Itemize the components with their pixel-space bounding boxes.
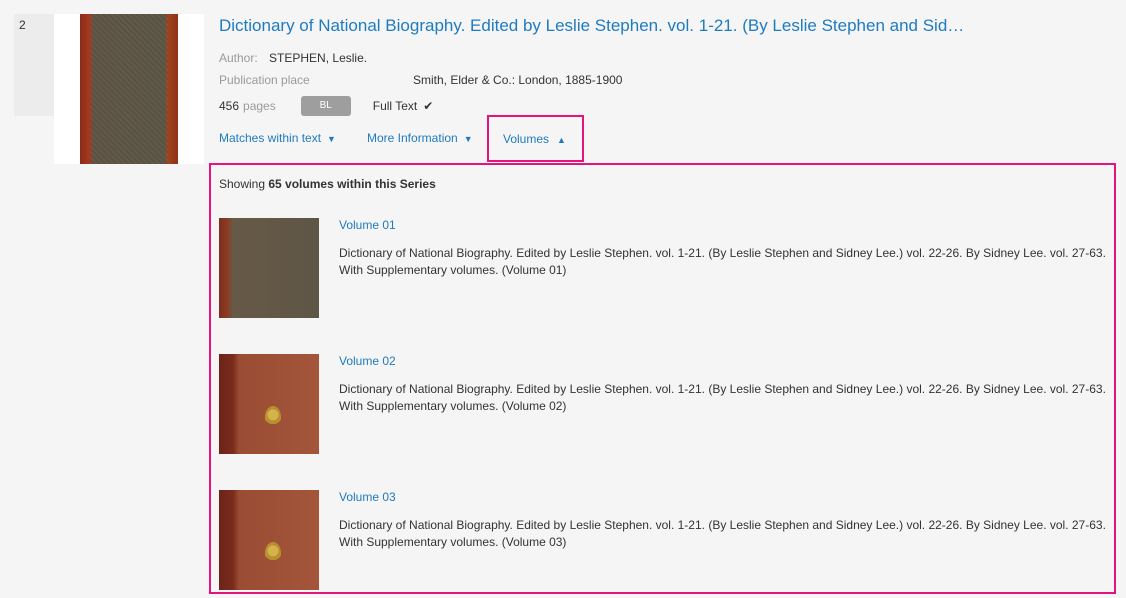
volumes-panel: Showing 65 volumes within this Series Vo… — [209, 163, 1116, 594]
caret-down-icon: ▼ — [463, 134, 473, 144]
volume-item: Volume 02 Dictionary of National Biograp… — [219, 354, 1109, 464]
showing-count: 65 volumes within this Series — [268, 177, 436, 191]
volumes-count-text: Showing 65 volumes within this Series — [219, 177, 436, 191]
caret-down-icon: ▼ — [327, 134, 336, 144]
checkmark-icon: ✔ — [423, 99, 434, 113]
pages-row: 456 pages BL Full Text ✔ — [219, 96, 434, 116]
volume-link[interactable]: Volume 02 — [339, 354, 396, 368]
volume-description: Dictionary of National Biography. Edited… — [339, 382, 1106, 413]
result-title-link[interactable]: Dictionary of National Biography. Edited… — [219, 16, 979, 36]
tab-volumes-label: Volumes — [503, 132, 550, 146]
author-row: Author: STEPHEN, Leslie. — [219, 51, 367, 65]
showing-prefix: Showing — [219, 177, 266, 191]
volume-item: Volume 01 Dictionary of National Biograp… — [219, 218, 1109, 328]
result-index: 2 — [14, 14, 54, 116]
tab-volumes-label-wrap: Volumes ▲ — [503, 132, 566, 146]
volume-item: Volume 03 Dictionary of National Biograp… — [219, 490, 1109, 592]
publication-place-label: Publication place — [219, 73, 310, 87]
tab-matches-label: Matches within text — [219, 131, 322, 145]
publication-place-row: Publication place Smith, Elder & Co.: Lo… — [219, 73, 719, 87]
volume-thumbnail[interactable] — [219, 354, 319, 454]
volume-description: Dictionary of National Biography. Edited… — [339, 246, 1106, 277]
crest-emblem — [265, 542, 281, 564]
full-text-label: Full Text — [372, 99, 418, 113]
tab-volumes[interactable]: Volumes ▲ — [487, 115, 584, 162]
tab-matches-within-text[interactable]: Matches within text ▼ — [219, 131, 336, 145]
tab-more-information[interactable]: More Information ▼ — [367, 131, 473, 145]
author-label: Author: — [219, 51, 258, 65]
author-value: STEPHEN, Leslie. — [269, 51, 368, 65]
volume-thumbnail[interactable] — [219, 218, 319, 318]
publication-place-value: Smith, Elder & Co.: London, 1885-1900 — [413, 73, 623, 87]
volume-thumbnail[interactable] — [219, 490, 319, 590]
book-cover-image[interactable] — [80, 14, 178, 164]
volume-link[interactable]: Volume 01 — [339, 218, 396, 232]
volume-description: Dictionary of National Biography. Edited… — [339, 518, 1106, 549]
book-cover-thumbnail[interactable] — [54, 14, 204, 164]
volume-link[interactable]: Volume 03 — [339, 490, 396, 504]
crest-emblem — [265, 406, 281, 428]
page-count: 456 — [219, 99, 240, 113]
page-unit-label: pages — [243, 99, 276, 113]
library-badge: BL — [300, 96, 351, 116]
caret-up-icon: ▲ — [557, 135, 566, 145]
tab-more-label: More Information — [367, 131, 458, 145]
